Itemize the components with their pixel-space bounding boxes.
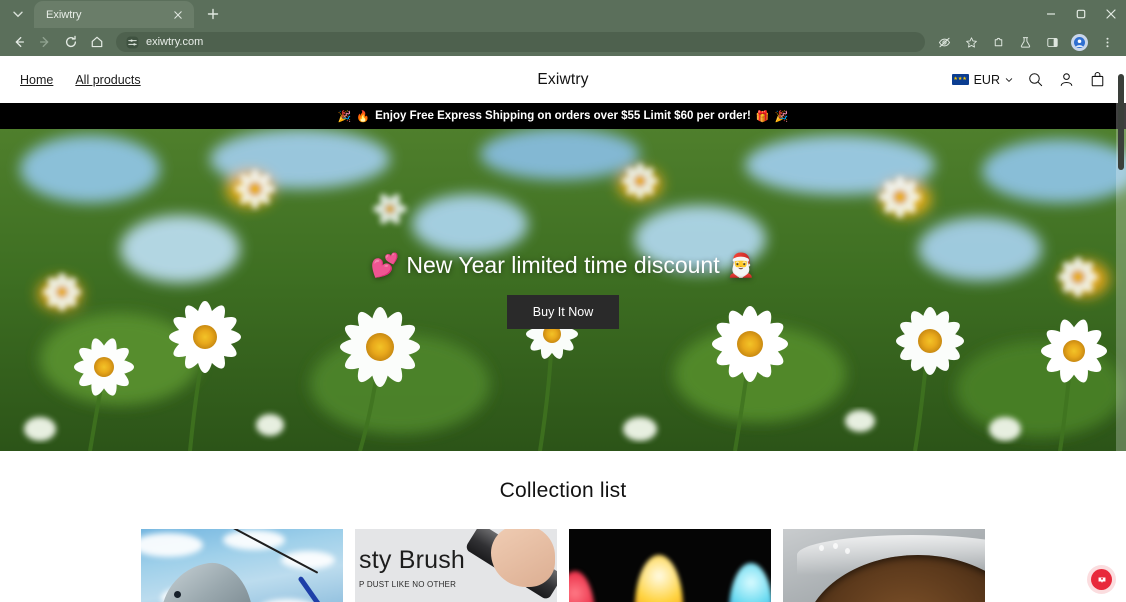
scrollbar-thumb[interactable] — [1118, 74, 1124, 170]
announcement-text: Enjoy Free Express Shipping on orders ov… — [375, 110, 751, 122]
nav-link-home[interactable]: Home — [20, 73, 53, 87]
browser-window: Exiwtry exiwtry.com Home All products Ex… — [0, 0, 1126, 602]
fire-emoji: 🔥 — [356, 110, 371, 123]
dusty-brush-image: sty Brush P DUST LIKE NO OTHER — [355, 529, 557, 602]
chevron-down-icon — [1005, 77, 1013, 82]
tab-title: Exiwtry — [46, 8, 82, 21]
reload-button[interactable] — [58, 29, 84, 55]
site-header: Home All products Exiwtry ★★★ EUR — [0, 56, 1126, 103]
reload-icon — [65, 35, 77, 48]
hero-title-text: New Year limited time discount — [406, 251, 720, 278]
close-icon — [174, 10, 182, 19]
header-actions: ★★★ EUR — [951, 71, 1106, 88]
floating-chat-button[interactable] — [1091, 569, 1112, 590]
announcement-bar[interactable]: 🎉 🔥 Enjoy Free Express Shipping on order… — [0, 103, 1126, 129]
santa-emoji: 🎅 — [726, 251, 756, 278]
profile-avatar-icon — [1074, 36, 1085, 48]
currency-selector[interactable]: ★★★ EUR — [951, 72, 1013, 87]
side-panel-icon — [1046, 37, 1058, 47]
home-icon — [91, 36, 103, 48]
browser-tab[interactable]: Exiwtry — [34, 1, 194, 28]
hero-banner: 💕 New Year limited time discount 🎅 Buy I… — [0, 129, 1126, 451]
chevron-down-icon — [13, 11, 23, 18]
address-bar[interactable]: exiwtry.com — [116, 32, 925, 52]
maximize-icon — [1076, 9, 1086, 19]
gift-emoji: 🎁 — [755, 110, 770, 123]
tune-settings-icon[interactable] — [126, 36, 139, 49]
tab-close-button[interactable] — [170, 7, 186, 23]
eye-slash-icon — [938, 37, 950, 47]
page-viewport: Home All products Exiwtry ★★★ EUR 🎉 🔥 En… — [0, 56, 1126, 602]
rusty-pan-image — [783, 529, 985, 602]
hero-content: 💕 New Year limited time discount 🎅 Buy I… — [0, 129, 1126, 451]
collection-list-heading: Collection list — [499, 479, 627, 502]
window-close-button[interactable] — [1096, 0, 1126, 28]
minimize-button[interactable] — [1036, 0, 1066, 28]
tracking-protection-button[interactable] — [931, 29, 957, 55]
party-popper-emoji: 🎉 — [337, 110, 352, 123]
cart-icon[interactable] — [1089, 71, 1106, 88]
glowing-lights-image — [569, 529, 771, 602]
minimize-icon — [1047, 13, 1055, 15]
page-scrollbar[interactable] — [1116, 56, 1126, 602]
toolbar-actions — [931, 29, 1120, 55]
address-bar-url: exiwtry.com — [146, 36, 204, 48]
side-panel-button[interactable] — [1039, 29, 1065, 55]
browser-menu-button[interactable] — [1094, 29, 1120, 55]
party-popper-emoji: 🎉 — [774, 110, 789, 123]
two-hearts-emoji: 💕 — [370, 251, 400, 278]
collection-card-rusty-pan[interactable] — [783, 529, 985, 602]
search-icon[interactable] — [1027, 71, 1044, 88]
flask-icon — [1020, 36, 1030, 48]
tab-strip: Exiwtry — [0, 0, 1126, 28]
maximize-button[interactable] — [1066, 0, 1096, 28]
bookmark-button[interactable] — [958, 29, 984, 55]
forward-arrow-icon — [39, 36, 49, 48]
back-arrow-icon — [15, 36, 25, 48]
collection-card-fishing[interactable] — [141, 529, 343, 602]
collection-card-glowing-lights[interactable] — [569, 529, 771, 602]
back-button[interactable] — [6, 29, 32, 55]
hero-title: 💕 New Year limited time discount 🎅 — [371, 252, 756, 279]
buy-it-now-button[interactable]: Buy It Now — [506, 294, 620, 329]
plus-icon — [207, 8, 219, 20]
dusty-brush-headline: sty Brush — [359, 546, 465, 574]
home-button[interactable] — [84, 29, 110, 55]
close-icon — [1106, 9, 1116, 19]
extensions-puzzle-icon — [994, 37, 1002, 46]
site-navigation: Home All products — [20, 73, 141, 87]
currency-code: EUR — [973, 72, 1000, 87]
collection-card-dusty-brush[interactable]: sty Brush P DUST LIKE NO OTHER — [355, 529, 557, 602]
profile-button[interactable] — [1071, 33, 1088, 51]
dusty-brush-subhead: P DUST LIKE NO OTHER — [359, 580, 457, 589]
eu-flag-icon: ★★★ — [951, 74, 969, 85]
collection-cards: sty Brush P DUST LIKE NO OTHER — [0, 529, 1126, 602]
star-icon — [965, 36, 977, 47]
window-controls — [1036, 0, 1126, 28]
tab-search-button[interactable] — [4, 1, 32, 27]
new-tab-button[interactable] — [200, 1, 226, 27]
extensions-button[interactable] — [985, 29, 1011, 55]
collection-list-section: Collection list sty Brush P DUST LIKE NO… — [0, 451, 1126, 602]
browser-toolbar: exiwtry.com — [0, 28, 1126, 56]
labs-button[interactable] — [1012, 29, 1038, 55]
three-dot-menu-icon — [1105, 37, 1109, 47]
fishing-rod-image — [141, 529, 343, 602]
nav-link-all-products[interactable]: All products — [75, 73, 140, 87]
account-icon[interactable] — [1058, 71, 1075, 88]
forward-button[interactable] — [32, 29, 58, 55]
message-bubble-icon — [1095, 573, 1108, 586]
